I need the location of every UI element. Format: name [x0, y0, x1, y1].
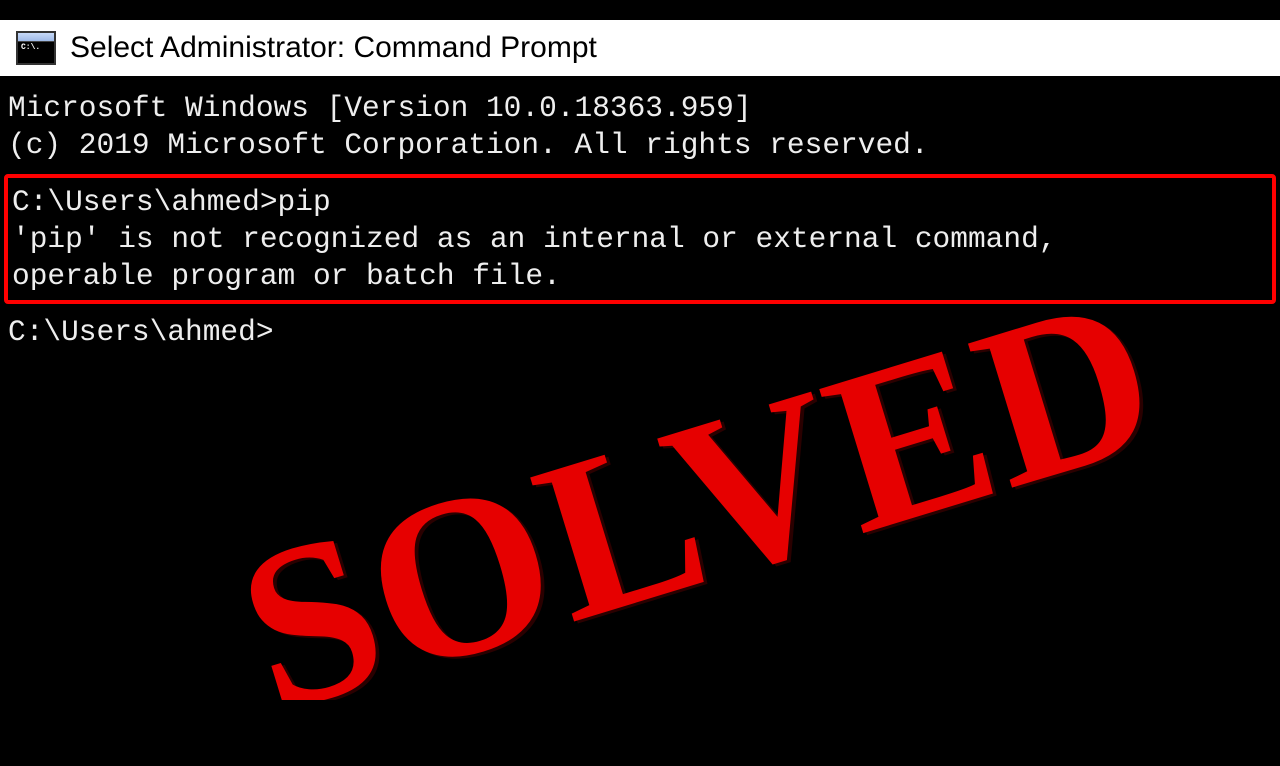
- window-titlebar[interactable]: C:\. Select Administrator: Command Promp…: [0, 20, 1280, 76]
- cmd-prompt-icon: C:\.: [16, 31, 56, 65]
- current-prompt[interactable]: C:\Users\ahmed>: [8, 314, 1272, 351]
- entered-command: pip: [278, 185, 331, 219]
- highlighted-error-box: C:\Users\ahmed>pip 'pip' is not recogniz…: [4, 174, 1276, 305]
- os-banner-copyright: (c) 2019 Microsoft Corporation. All righ…: [8, 127, 1272, 164]
- letterbox-bottom: [0, 700, 1280, 720]
- window-title: Select Administrator: Command Prompt: [70, 31, 597, 65]
- prompt-path: C:\Users\ahmed>: [12, 185, 278, 219]
- os-banner-version: Microsoft Windows [Version 10.0.18363.95…: [8, 90, 1272, 127]
- letterbox-top: [0, 0, 1280, 20]
- terminal-output[interactable]: Microsoft Windows [Version 10.0.18363.95…: [0, 76, 1280, 359]
- error-message-line2: operable program or batch file.: [12, 258, 1268, 295]
- error-message-line1: 'pip' is not recognized as an internal o…: [12, 221, 1268, 258]
- command-prompt-line: C:\Users\ahmed>pip: [12, 184, 1268, 221]
